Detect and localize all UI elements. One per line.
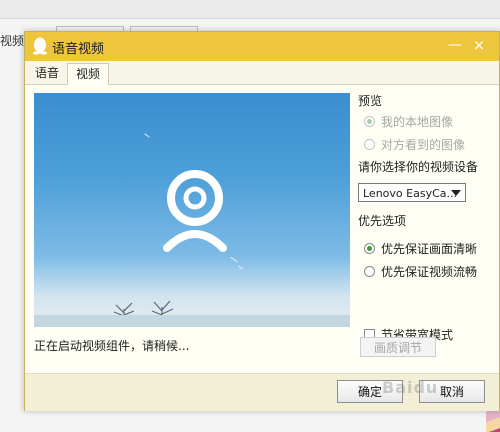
watermark: Baidu xyxy=(382,378,439,397)
quality-adjust-button[interactable]: 画质调节 xyxy=(360,337,436,357)
minimize-icon[interactable]: — xyxy=(446,36,464,54)
radio-button[interactable] xyxy=(364,138,375,150)
video-preview xyxy=(34,93,350,327)
background-toolbar xyxy=(0,0,500,19)
radio-remote-image[interactable]: 对方看到的图像 xyxy=(364,136,465,152)
light-streak xyxy=(238,265,243,270)
light-streak xyxy=(230,256,238,263)
dialog-title: 语音视频 xyxy=(52,42,105,57)
radio-label: 优先保证视频流畅 xyxy=(381,264,478,279)
tab-bar: 语音 视频 xyxy=(25,61,499,85)
light-streak xyxy=(144,133,150,138)
close-icon[interactable]: × xyxy=(470,36,488,54)
radio-label: 优先保证画面清晰 xyxy=(381,241,478,256)
qq-penguin-icon xyxy=(33,37,47,55)
dropdown-arrow-icon[interactable] xyxy=(451,190,461,196)
radio-smooth-video[interactable]: 优先保证视频流畅 xyxy=(364,263,477,279)
radio-label: 我的本地图像 xyxy=(381,114,454,129)
webcam-icon xyxy=(163,170,227,252)
title-bar[interactable]: 语音视频 — × xyxy=(25,32,499,61)
device-section-label: 请你选择你的视频设备 xyxy=(358,160,479,174)
priority-section-label: 优先选项 xyxy=(358,214,407,228)
radio-button[interactable] xyxy=(364,242,375,254)
device-select[interactable]: Lenovo EasyCa... xyxy=(358,183,466,202)
status-text: 正在启动视频组件，请稍候... xyxy=(34,339,190,353)
preview-ground xyxy=(34,315,350,327)
radio-label: 对方看到的图像 xyxy=(381,137,466,152)
radio-local-image[interactable]: 我的本地图像 xyxy=(364,113,453,129)
tab-voice[interactable]: 语音 xyxy=(27,63,67,83)
tab-video[interactable]: 视频 xyxy=(67,63,110,85)
radio-clear-picture[interactable]: 优先保证画面清晰 xyxy=(364,240,477,256)
radio-button[interactable] xyxy=(364,265,375,277)
radio-button[interactable] xyxy=(364,115,375,127)
video-dialog: 语音视频 — × 语音 视频 正在启动视频组件，请稍候... 预览 我的本地图像 xyxy=(24,31,500,411)
device-select-value: Lenovo EasyCa... xyxy=(363,187,457,200)
settings-panel: 预览 我的本地图像 对方看到的图像 请你选择你的视频设备 Lenovo Easy… xyxy=(358,92,498,372)
preview-section-label: 预览 xyxy=(358,94,383,108)
